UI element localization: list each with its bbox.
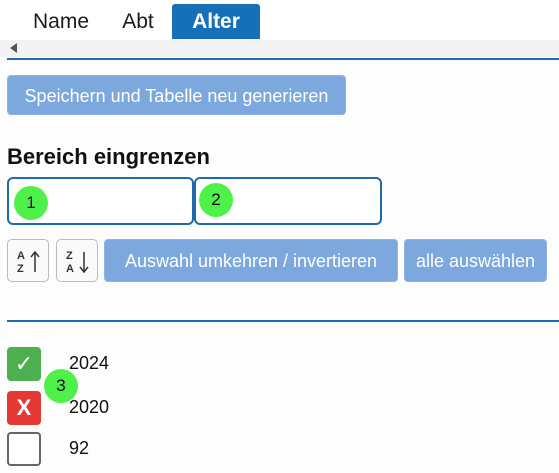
tab-scroll-strip[interactable] [0, 40, 559, 57]
value-row-2024[interactable]: ✓ 2024 [7, 347, 547, 381]
sort-desc-top-letter: Z [66, 250, 73, 262]
checkbox-excluded-icon[interactable]: X [7, 391, 41, 425]
invert-selection-button[interactable]: Auswahl umkehren / invertieren [104, 239, 398, 282]
value-label: 2024 [69, 353, 110, 373]
sort-ascending-button[interactable]: A Z [7, 239, 49, 282]
tab-bar: Name Abt Alter [0, 0, 559, 40]
value-label: 92 [69, 438, 90, 458]
arrow-up-icon [30, 250, 40, 272]
checkbox-empty-icon[interactable] [7, 432, 41, 466]
sort-descending-button[interactable]: Z A [56, 239, 98, 282]
annotation-marker-2: 2 [199, 183, 233, 217]
arrow-down-icon [79, 252, 89, 274]
checkbox-checked-icon[interactable]: ✓ [7, 347, 41, 381]
tab-name[interactable]: Name [14, 4, 108, 39]
sort-asc-top-letter: A [17, 250, 25, 262]
value-label: 2020 [69, 397, 110, 417]
select-all-button[interactable]: alle auswählen [404, 239, 547, 282]
tab-alter[interactable]: Alter [172, 4, 260, 39]
range-heading: Bereich eingrenzen [7, 144, 210, 169]
divider [7, 58, 559, 60]
value-row-92[interactable]: 92 [7, 432, 547, 466]
sort-desc-bottom-letter: A [66, 263, 74, 275]
tab-abt[interactable]: Abt [108, 4, 168, 39]
annotation-marker-3: 3 [44, 369, 78, 403]
annotation-marker-1: 1 [14, 186, 48, 220]
sort-asc-bottom-letter: Z [17, 263, 24, 275]
scroll-left-icon[interactable] [10, 43, 17, 53]
value-row-2020[interactable]: X 2020 [7, 391, 547, 425]
save-regenerate-button[interactable]: Speichern und Tabelle neu generieren [7, 75, 346, 115]
divider [7, 320, 559, 322]
